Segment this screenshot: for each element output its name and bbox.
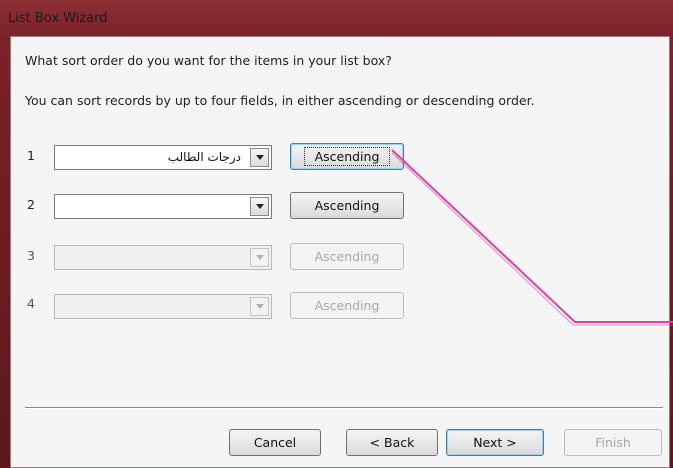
sort-field-4-dropdown-button — [250, 297, 269, 316]
sort-field-1-dropdown-button[interactable] — [250, 148, 269, 167]
sort-order-1-label: Ascending — [303, 147, 391, 166]
sort-order-4-button: Ascending — [290, 292, 404, 319]
sort-field-1-combo[interactable]: درجات الطالب — [54, 145, 272, 170]
footer-separator — [25, 407, 663, 409]
sort-order-2-label: Ascending — [314, 198, 380, 213]
sort-order-question: What sort order do you want for the item… — [25, 53, 392, 68]
sort-order-4-label: Ascending — [314, 298, 380, 313]
sort-row-1-number: 1 — [27, 148, 35, 163]
sort-field-2-dropdown-button[interactable] — [250, 197, 269, 216]
sort-order-1-button[interactable]: Ascending — [290, 143, 404, 170]
sort-order-3-button: Ascending — [290, 243, 404, 270]
sort-field-3-combo — [54, 245, 272, 270]
sort-row-4-number: 4 — [27, 296, 35, 311]
sort-order-2-button[interactable]: Ascending — [290, 192, 404, 219]
wizard-dialog: What sort order do you want for the item… — [10, 36, 670, 468]
window-frame: List Box Wizard What sort order do you w… — [0, 0, 673, 468]
sort-field-3-dropdown-button — [250, 248, 269, 267]
next-button[interactable]: Next > — [446, 429, 544, 456]
chevron-down-icon — [255, 304, 264, 309]
sort-row-3-number: 3 — [27, 248, 35, 263]
sort-order-instruction: You can sort records by up to four field… — [25, 93, 535, 108]
back-button[interactable]: < Back — [346, 429, 438, 456]
cancel-button[interactable]: Cancel — [229, 429, 321, 456]
sort-field-1-value: درجات الطالب — [167, 150, 241, 164]
finish-button: Finish — [564, 429, 662, 456]
window-title: List Box Wizard — [8, 11, 108, 26]
chevron-down-icon — [255, 204, 264, 209]
chevron-down-icon — [255, 155, 264, 160]
sort-order-3-label: Ascending — [314, 249, 380, 264]
chevron-down-icon — [255, 255, 264, 260]
sort-field-4-combo — [54, 294, 272, 319]
sort-field-2-combo[interactable] — [54, 194, 272, 219]
sort-row-2-number: 2 — [27, 197, 35, 212]
